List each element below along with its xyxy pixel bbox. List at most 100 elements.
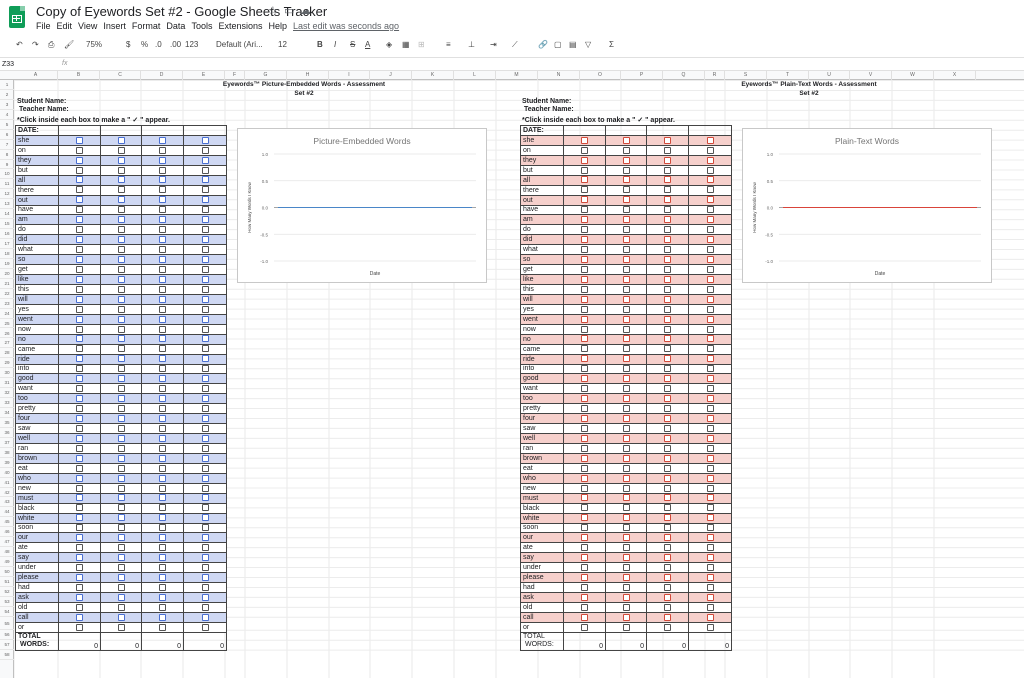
word-checkbox[interactable] bbox=[664, 226, 671, 234]
checkbox-cell[interactable] bbox=[183, 333, 227, 345]
column-header[interactable]: O bbox=[580, 71, 621, 80]
row-header[interactable]: 15 bbox=[0, 219, 14, 230]
word-checkbox[interactable] bbox=[117, 236, 125, 244]
checkbox-cell[interactable] bbox=[58, 472, 101, 484]
word-checkbox[interactable] bbox=[117, 186, 125, 194]
word-checkbox[interactable] bbox=[706, 166, 714, 174]
row-header[interactable]: 7 bbox=[0, 140, 14, 150]
word-checkbox[interactable] bbox=[159, 613, 166, 621]
checkbox-cell[interactable] bbox=[58, 313, 101, 325]
word-checkbox[interactable] bbox=[664, 305, 671, 313]
checkbox-cell[interactable] bbox=[688, 532, 732, 544]
word-checkbox[interactable] bbox=[706, 285, 714, 293]
checkbox-cell[interactable] bbox=[58, 343, 101, 355]
menu-extensions[interactable]: Extensions bbox=[218, 21, 262, 31]
checkbox-cell[interactable] bbox=[605, 274, 647, 285]
row-header[interactable]: 6 bbox=[0, 130, 14, 140]
checkbox-cell[interactable] bbox=[183, 542, 227, 554]
column-header[interactable]: H bbox=[287, 71, 329, 80]
checkbox-cell[interactable] bbox=[58, 353, 101, 365]
word-checkbox[interactable] bbox=[581, 136, 588, 144]
checkbox-cell[interactable] bbox=[100, 592, 142, 603]
italic-button[interactable]: I bbox=[334, 40, 336, 49]
checkbox-cell[interactable] bbox=[605, 572, 647, 584]
word-checkbox[interactable] bbox=[664, 464, 671, 472]
checkbox-cell[interactable] bbox=[646, 562, 689, 574]
word-checkbox[interactable] bbox=[664, 514, 671, 522]
checkbox-cell[interactable] bbox=[183, 443, 227, 454]
word-checkbox[interactable] bbox=[76, 226, 83, 234]
checkbox-cell[interactable] bbox=[141, 562, 184, 574]
checkbox-cell[interactable] bbox=[563, 552, 606, 564]
checkbox-cell[interactable] bbox=[183, 144, 227, 156]
checkbox-cell[interactable] bbox=[141, 423, 184, 435]
checkbox-cell[interactable] bbox=[563, 492, 606, 504]
word-checkbox[interactable] bbox=[201, 325, 209, 333]
checkbox-cell[interactable] bbox=[100, 373, 142, 385]
checkbox-cell[interactable] bbox=[58, 423, 101, 435]
checkbox-cell[interactable] bbox=[563, 174, 606, 186]
checkbox-cell[interactable] bbox=[58, 562, 101, 574]
checkbox-cell[interactable] bbox=[563, 274, 606, 285]
word-checkbox[interactable] bbox=[706, 206, 714, 214]
word-checkbox[interactable] bbox=[117, 623, 125, 631]
word-checkbox[interactable] bbox=[159, 315, 166, 323]
row-header[interactable]: 23 bbox=[0, 299, 14, 309]
checkbox-cell[interactable] bbox=[100, 462, 142, 474]
word-checkbox[interactable] bbox=[117, 613, 125, 621]
word-checkbox[interactable] bbox=[581, 236, 588, 244]
word-checkbox[interactable] bbox=[159, 504, 166, 512]
checkbox-cell[interactable] bbox=[605, 592, 647, 603]
checkbox-cell[interactable] bbox=[100, 284, 142, 295]
checkbox-cell[interactable] bbox=[141, 174, 184, 186]
word-checkbox[interactable] bbox=[76, 246, 83, 254]
word-checkbox[interactable] bbox=[622, 534, 630, 542]
word-checkbox[interactable] bbox=[201, 514, 209, 522]
checkbox-cell[interactable] bbox=[141, 502, 184, 514]
word-checkbox[interactable] bbox=[201, 275, 209, 283]
row-header[interactable]: 3 bbox=[0, 100, 14, 110]
checkbox-cell[interactable] bbox=[100, 572, 142, 584]
checkbox-cell[interactable] bbox=[58, 214, 101, 226]
checkbox-cell[interactable] bbox=[605, 611, 647, 623]
word-checkbox[interactable] bbox=[159, 534, 166, 542]
word-checkbox[interactable] bbox=[581, 295, 588, 303]
checkbox-cell[interactable] bbox=[563, 224, 606, 236]
checkbox-cell[interactable] bbox=[141, 393, 184, 405]
word-checkbox[interactable] bbox=[581, 534, 588, 542]
insert-comment-icon[interactable]: ▢ bbox=[554, 40, 562, 49]
checkbox-cell[interactable] bbox=[605, 363, 647, 375]
word-checkbox[interactable] bbox=[201, 534, 209, 542]
checkbox-cell[interactable] bbox=[605, 323, 647, 335]
word-checkbox[interactable] bbox=[201, 335, 209, 343]
word-checkbox[interactable] bbox=[706, 236, 714, 244]
word-checkbox[interactable] bbox=[706, 275, 714, 283]
word-checkbox[interactable] bbox=[117, 603, 125, 611]
sheets-logo-icon[interactable] bbox=[9, 6, 25, 28]
word-checkbox[interactable] bbox=[201, 454, 209, 462]
checkbox-cell[interactable] bbox=[58, 522, 101, 534]
row-header[interactable]: 5 bbox=[0, 120, 14, 130]
checkbox-cell[interactable] bbox=[100, 274, 142, 285]
date-cell[interactable] bbox=[688, 125, 732, 136]
word-checkbox[interactable] bbox=[201, 196, 209, 204]
word-checkbox[interactable] bbox=[622, 564, 630, 572]
checkbox-cell[interactable] bbox=[183, 502, 227, 514]
checkbox-cell[interactable] bbox=[563, 204, 606, 216]
checkbox-cell[interactable] bbox=[688, 204, 732, 216]
word-checkbox[interactable] bbox=[117, 554, 125, 562]
word-checkbox[interactable] bbox=[159, 424, 166, 432]
word-checkbox[interactable] bbox=[706, 414, 714, 422]
checkbox-cell[interactable] bbox=[605, 174, 647, 186]
word-checkbox[interactable] bbox=[581, 395, 588, 403]
checkbox-cell[interactable] bbox=[141, 433, 184, 444]
word-checkbox[interactable] bbox=[664, 136, 671, 144]
checkbox-cell[interactable] bbox=[688, 602, 732, 613]
checkbox-cell[interactable] bbox=[141, 224, 184, 236]
checkbox-cell[interactable] bbox=[58, 592, 101, 603]
checkbox-cell[interactable] bbox=[100, 552, 142, 564]
last-edit-link[interactable]: Last edit was seconds ago bbox=[293, 21, 399, 31]
checkbox-cell[interactable] bbox=[646, 214, 689, 226]
word-checkbox[interactable] bbox=[706, 325, 714, 333]
checkbox-cell[interactable] bbox=[183, 343, 227, 355]
